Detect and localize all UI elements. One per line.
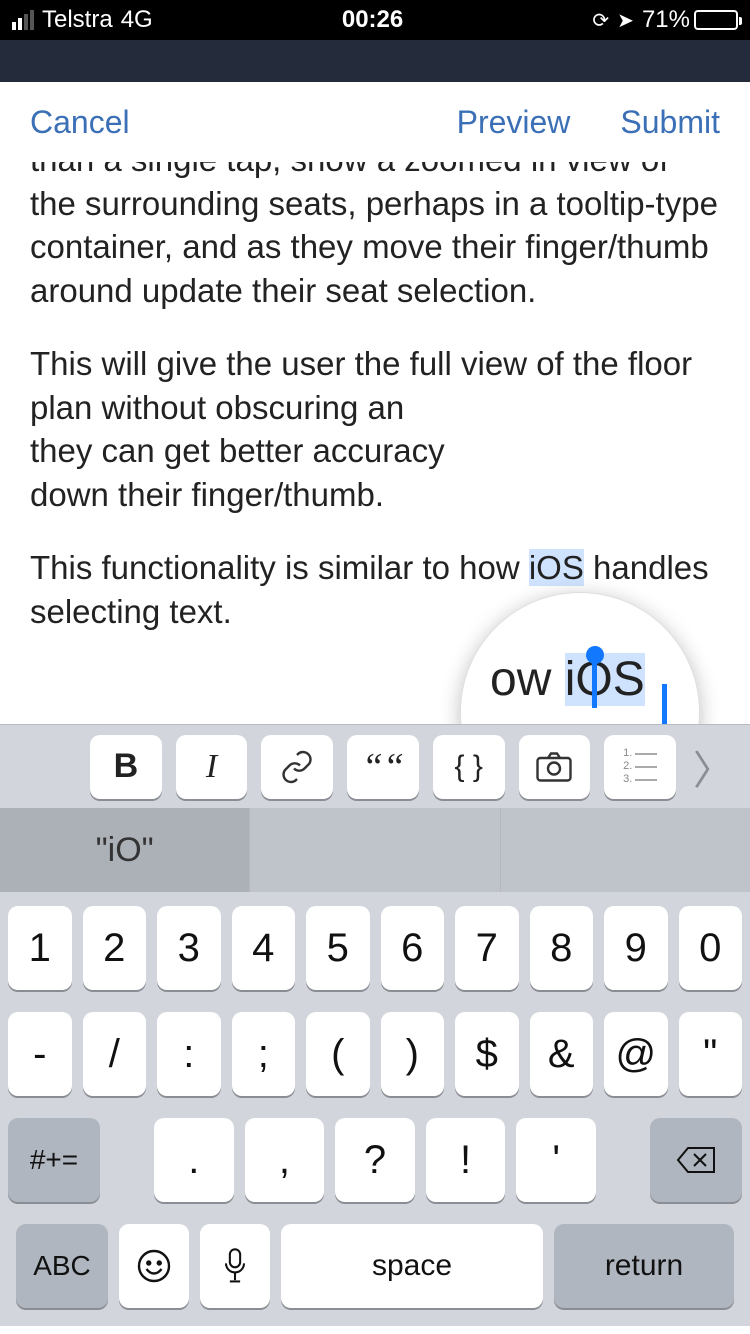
signal-icon (12, 10, 34, 30)
loupe-selection: iOS (565, 653, 645, 706)
status-left: Telstra 4G (12, 6, 153, 34)
bold-button[interactable]: B (90, 735, 162, 799)
key-3[interactable]: 3 (157, 906, 221, 990)
key-apostrophe[interactable]: ' (516, 1118, 596, 1202)
cancel-button[interactable]: Cancel (30, 104, 130, 141)
key-1[interactable]: 1 (8, 906, 72, 990)
key-symbols-shift[interactable]: #+= (8, 1118, 100, 1202)
key-question[interactable]: ? (335, 1118, 415, 1202)
network-label: 4G (121, 6, 153, 34)
keyboard-row-3: #+= . , ? ! ' (8, 1118, 742, 1202)
text-selection[interactable]: iOS (529, 549, 584, 586)
camera-button[interactable] (519, 735, 591, 799)
keyboard: "iO" 1 2 3 4 5 6 7 8 9 0 - / : ; ( ) $ &… (0, 808, 750, 1326)
app-header-strip (0, 40, 750, 82)
key-8[interactable]: 8 (530, 906, 594, 990)
submit-button[interactable]: Submit (620, 104, 720, 141)
battery-indicator: 71% (642, 6, 738, 34)
ordered-list-icon: 1. 2. 3. (623, 748, 657, 785)
keyboard-row-2: - / : ; ( ) $ & @ " (8, 1012, 742, 1096)
link-button[interactable] (261, 735, 333, 799)
key-2[interactable]: 2 (83, 906, 147, 990)
key-period[interactable]: . (154, 1118, 234, 1202)
orientation-lock-icon: ⟳ (592, 8, 609, 33)
microphone-icon (221, 1248, 249, 1284)
key-at[interactable]: @ (604, 1012, 668, 1096)
key-5[interactable]: 5 (306, 906, 370, 990)
status-bar: Telstra 4G 00:26 ⟳ ➤ 71% (0, 0, 750, 40)
key-4[interactable]: 4 (232, 906, 296, 990)
key-rparen[interactable]: ) (381, 1012, 445, 1096)
suggestion-cell[interactable] (501, 808, 750, 892)
editor-paragraph: This will give the user the full view of… (30, 342, 720, 516)
battery-percent: 71% (642, 6, 690, 34)
key-slash[interactable]: / (83, 1012, 147, 1096)
key-amp[interactable]: & (530, 1012, 594, 1096)
key-comma[interactable]: , (245, 1118, 325, 1202)
keyboard-row-1: 1 2 3 4 5 6 7 8 9 0 (8, 906, 742, 990)
key-exclaim[interactable]: ! (426, 1118, 506, 1202)
key-6[interactable]: 6 (381, 906, 445, 990)
key-backspace[interactable] (650, 1118, 742, 1202)
editor-paragraph: than a single tap, show a zoomed in view… (30, 162, 720, 312)
location-icon: ➤ (617, 8, 634, 33)
key-return[interactable]: return (554, 1224, 734, 1308)
key-quote[interactable]: " (679, 1012, 743, 1096)
camera-icon (536, 752, 572, 782)
keyboard-suggestion-bar: "iO" (0, 808, 750, 892)
suggestion-cell[interactable]: "iO" (0, 808, 250, 892)
italic-button[interactable]: I (176, 735, 248, 799)
editor-nav-bar: Cancel Preview Submit (0, 82, 750, 162)
key-emoji[interactable] (119, 1224, 189, 1308)
link-icon (279, 749, 315, 785)
toolbar-more-button[interactable]: 〉 (690, 735, 736, 799)
key-dictation[interactable] (200, 1224, 270, 1308)
key-dash[interactable]: - (8, 1012, 72, 1096)
suggestion-cell[interactable] (250, 808, 500, 892)
key-7[interactable]: 7 (455, 906, 519, 990)
clock: 00:26 (342, 6, 403, 34)
battery-icon (694, 10, 738, 30)
status-right: ⟳ ➤ 71% (592, 6, 738, 34)
quote-button[interactable]: ““ (347, 735, 419, 799)
key-semicolon[interactable]: ; (232, 1012, 296, 1096)
keyboard-row-4: ABC space return (8, 1224, 742, 1318)
key-space[interactable]: space (281, 1224, 543, 1308)
backspace-icon (676, 1145, 716, 1175)
key-colon[interactable]: : (157, 1012, 221, 1096)
key-dollar[interactable]: $ (455, 1012, 519, 1096)
key-9[interactable]: 9 (604, 906, 668, 990)
code-button[interactable]: { } (433, 735, 505, 799)
key-0[interactable]: 0 (679, 906, 743, 990)
ordered-list-button[interactable]: 1. 2. 3. (604, 735, 676, 799)
key-abc[interactable]: ABC (16, 1224, 108, 1308)
preview-button[interactable]: Preview (457, 104, 571, 141)
key-lparen[interactable]: ( (306, 1012, 370, 1096)
format-toolbar: B I ““ { } 1. 2. 3. 〉 (0, 724, 750, 808)
carrier-label: Telstra (42, 6, 113, 34)
emoji-icon (136, 1248, 172, 1284)
editor-textarea[interactable]: than a single tap, show a zoomed in view… (0, 162, 750, 724)
